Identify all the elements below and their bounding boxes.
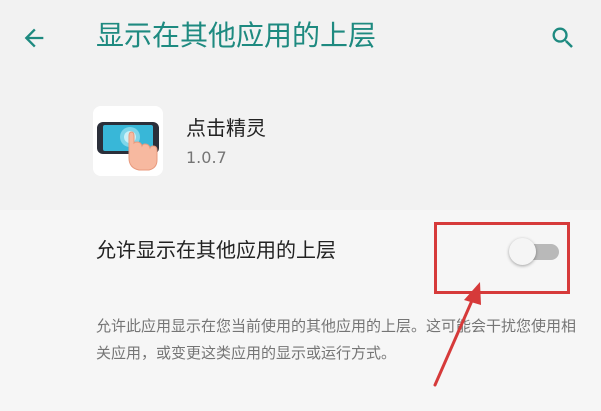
search-icon (552, 27, 573, 48)
permission-description: 允许此应用显示在您当前使用的其他应用的上层。这可能会干扰您使用相关应用，或变更这… (96, 317, 577, 362)
app-bar: 显示在其他应用的上层 (0, 0, 601, 76)
annotation-highlight-box (434, 222, 570, 294)
overlay-permission-label: 允许显示在其他应用的上层 (96, 238, 336, 262)
app-name: 点击精灵 (186, 116, 266, 140)
arrow-left-icon (24, 28, 44, 48)
search-button[interactable] (543, 18, 583, 58)
back-button[interactable] (14, 18, 54, 58)
touch-phone-app-icon (93, 106, 163, 176)
page-title: 显示在其他应用的上层 (96, 19, 377, 52)
settings-screen: 显示在其他应用的上层 点击精灵 1.0.7 允许显示在其他应用的上层 允许此应用… (0, 0, 601, 411)
app-info-header: 点击精灵 1.0.7 (0, 96, 601, 196)
app-version: 1.0.7 (186, 148, 227, 167)
app-icon (93, 106, 163, 176)
